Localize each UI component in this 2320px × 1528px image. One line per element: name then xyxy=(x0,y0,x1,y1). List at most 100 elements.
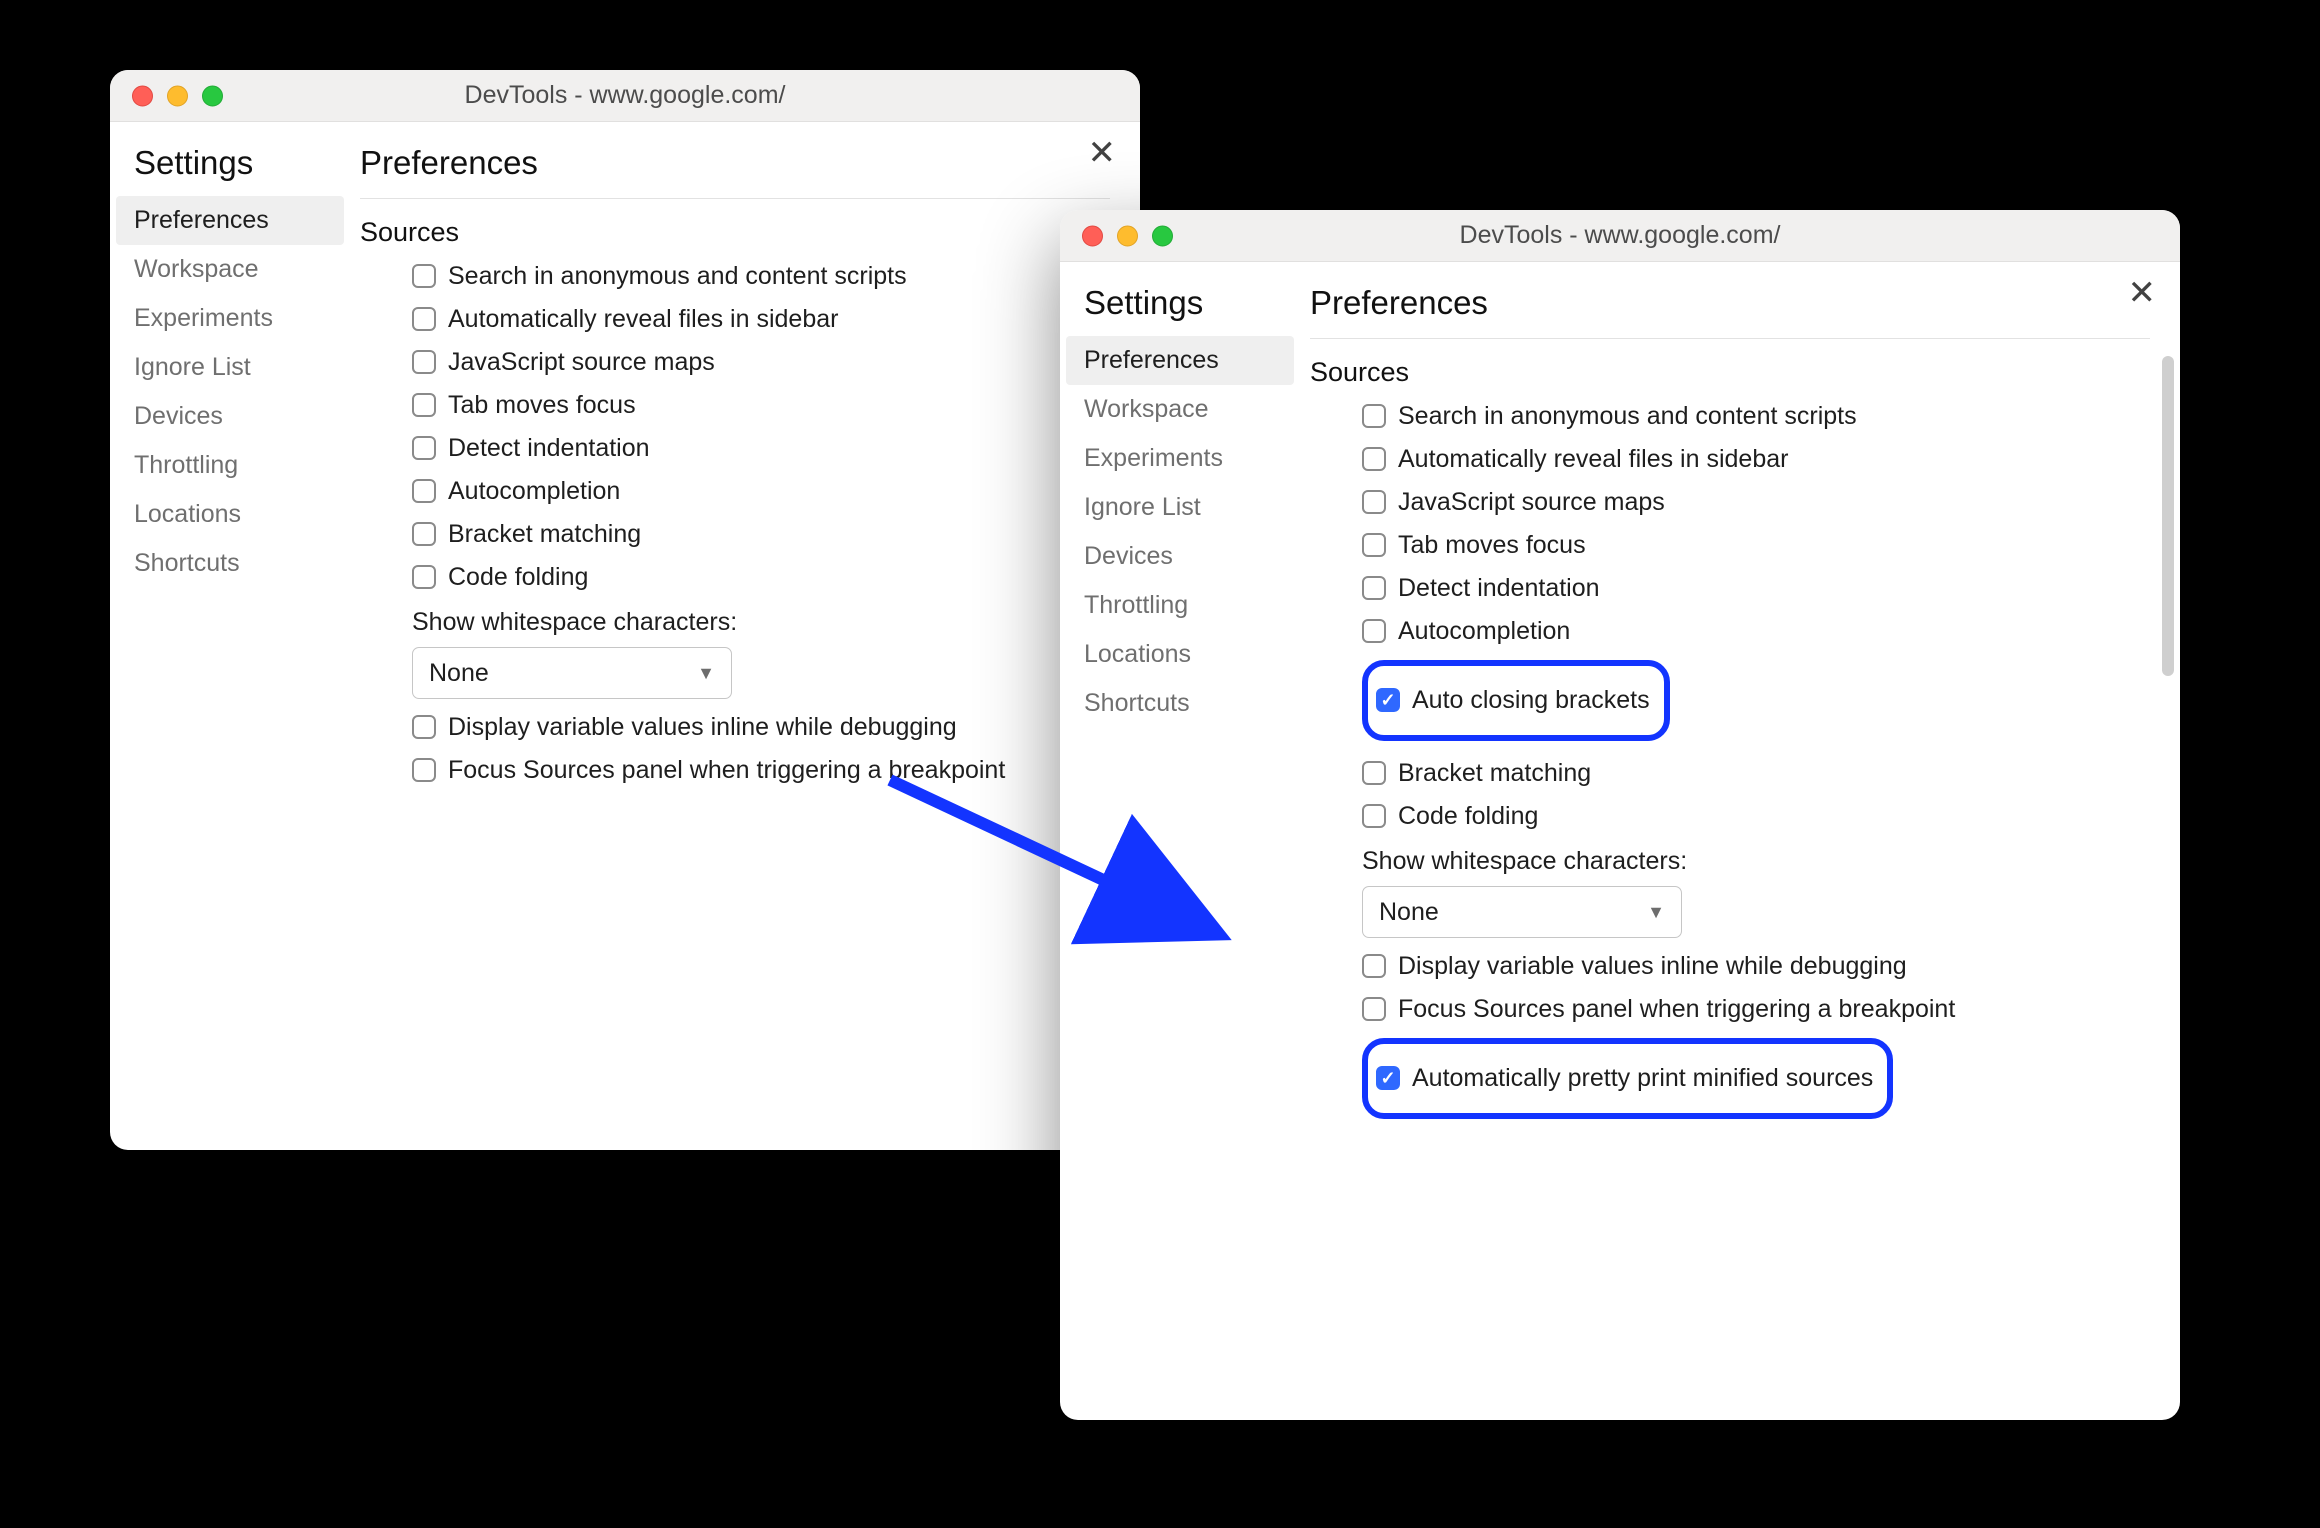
option-row: Tab moves focus xyxy=(1362,531,2150,560)
sidebar-nav: PreferencesWorkspaceExperimentsIgnore Li… xyxy=(110,196,350,588)
option-label: Focus Sources panel when triggering a br… xyxy=(448,756,1005,785)
whitespace-label: Show whitespace characters: xyxy=(1362,847,2150,876)
sidebar-item-ignore-list[interactable]: Ignore List xyxy=(1060,483,1300,532)
sidebar-item-preferences[interactable]: Preferences xyxy=(116,196,344,245)
option-label: Auto closing brackets xyxy=(1412,686,1650,715)
checkbox[interactable] xyxy=(412,436,436,460)
sidebar-item-locations[interactable]: Locations xyxy=(1060,630,1300,679)
sidebar-item-ignore-list[interactable]: Ignore List xyxy=(110,343,350,392)
option-label: Autocompletion xyxy=(1398,617,1570,646)
section-heading-sources: Sources xyxy=(1310,357,2150,388)
option-row: Code folding xyxy=(1362,802,2150,831)
checkbox[interactable] xyxy=(412,715,436,739)
option-label: JavaScript source maps xyxy=(1398,488,1665,517)
option-row: JavaScript source maps xyxy=(412,348,1110,377)
checkbox[interactable] xyxy=(1376,688,1400,712)
sidebar-item-throttling[interactable]: Throttling xyxy=(1060,581,1300,630)
sidebar-item-devices[interactable]: Devices xyxy=(1060,532,1300,581)
checkbox[interactable] xyxy=(412,350,436,374)
option-row: Display variable values inline while deb… xyxy=(1362,952,2150,981)
minimize-window-icon[interactable] xyxy=(1117,225,1138,246)
option-label: Tab moves focus xyxy=(1398,531,1586,560)
chevron-down-icon: ▼ xyxy=(697,663,715,684)
devtools-window-left: DevTools - www.google.com/ ✕ Settings Pr… xyxy=(110,70,1140,1150)
checkbox[interactable] xyxy=(1362,761,1386,785)
checkbox[interactable] xyxy=(1362,954,1386,978)
option-label: JavaScript source maps xyxy=(448,348,715,377)
option-label: Display variable values inline while deb… xyxy=(448,713,957,742)
zoom-window-icon[interactable] xyxy=(1152,225,1173,246)
sidebar-item-workspace[interactable]: Workspace xyxy=(110,245,350,294)
checkbox[interactable] xyxy=(412,758,436,782)
whitespace-select[interactable]: None ▼ xyxy=(1362,886,1682,938)
options-list: Search in anonymous and content scripts A… xyxy=(1310,402,2150,831)
option-label: Bracket matching xyxy=(1398,759,1591,788)
zoom-window-icon[interactable] xyxy=(202,85,223,106)
checkbox[interactable] xyxy=(412,479,436,503)
sidebar-item-experiments[interactable]: Experiments xyxy=(110,294,350,343)
option-row: Autocompletion xyxy=(412,477,1110,506)
checkbox[interactable] xyxy=(1362,997,1386,1021)
sidebar-item-shortcuts[interactable]: Shortcuts xyxy=(110,539,350,588)
option-row: Bracket matching xyxy=(412,520,1110,549)
options-list: Search in anonymous and content scripts A… xyxy=(360,262,1110,592)
checkbox[interactable] xyxy=(412,264,436,288)
option-row: Focus Sources panel when triggering a br… xyxy=(1362,995,2150,1024)
checkbox[interactable] xyxy=(1362,533,1386,557)
option-label: Automatically reveal files in sidebar xyxy=(448,305,838,334)
whitespace-value: None xyxy=(429,659,489,688)
settings-main: Preferences Sources Search in anonymous … xyxy=(350,122,1140,1150)
checkbox[interactable] xyxy=(1362,447,1386,471)
close-window-icon[interactable] xyxy=(132,85,153,106)
option-label: Automatically reveal files in sidebar xyxy=(1398,445,1788,474)
sidebar-item-shortcuts[interactable]: Shortcuts xyxy=(1060,679,1300,728)
option-row: Autocompletion xyxy=(1362,617,2150,646)
option-label: Bracket matching xyxy=(448,520,641,549)
sidebar-item-devices[interactable]: Devices xyxy=(110,392,350,441)
highlighted-option: Automatically pretty print minified sour… xyxy=(1362,1038,1893,1119)
sidebar-item-locations[interactable]: Locations xyxy=(110,490,350,539)
option-label: Code folding xyxy=(1398,802,1538,831)
sidebar-nav: PreferencesWorkspaceExperimentsIgnore Li… xyxy=(1060,336,1300,728)
checkbox[interactable] xyxy=(412,307,436,331)
option-row: Code folding xyxy=(412,563,1110,592)
option-row: Display variable values inline while deb… xyxy=(412,713,1110,742)
option-label: Automatically pretty print minified sour… xyxy=(1412,1064,1873,1093)
option-label: Search in anonymous and content scripts xyxy=(448,262,907,291)
whitespace-select[interactable]: None ▼ xyxy=(412,647,732,699)
option-row: Automatically reveal files in sidebar xyxy=(412,305,1110,334)
option-row: Focus Sources panel when triggering a br… xyxy=(412,756,1110,785)
option-label: Tab moves focus xyxy=(448,391,636,420)
settings-main: Preferences Sources Search in anonymous … xyxy=(1300,262,2180,1420)
page-title: Preferences xyxy=(360,144,1110,199)
checkbox[interactable] xyxy=(1376,1066,1400,1090)
section-heading-sources: Sources xyxy=(360,217,1110,248)
option-label: Code folding xyxy=(448,563,588,592)
options-list-b: Display variable values inline while deb… xyxy=(1310,952,2150,1123)
checkbox[interactable] xyxy=(1362,804,1386,828)
checkbox[interactable] xyxy=(1362,576,1386,600)
minimize-window-icon[interactable] xyxy=(167,85,188,106)
option-label: Search in anonymous and content scripts xyxy=(1398,402,1857,431)
sidebar-item-throttling[interactable]: Throttling xyxy=(110,441,350,490)
checkbox[interactable] xyxy=(1362,619,1386,643)
whitespace-value: None xyxy=(1379,898,1439,927)
option-row: Bracket matching xyxy=(1362,759,2150,788)
checkbox[interactable] xyxy=(412,522,436,546)
option-label: Detect indentation xyxy=(448,434,650,463)
sidebar-item-preferences[interactable]: Preferences xyxy=(1066,336,1294,385)
close-window-icon[interactable] xyxy=(1082,225,1103,246)
checkbox[interactable] xyxy=(1362,404,1386,428)
checkbox[interactable] xyxy=(1362,490,1386,514)
whitespace-label: Show whitespace characters: xyxy=(412,608,1110,637)
checkbox[interactable] xyxy=(412,565,436,589)
option-row: Search in anonymous and content scripts xyxy=(1362,402,2150,431)
checkbox[interactable] xyxy=(412,393,436,417)
settings-heading: Settings xyxy=(1060,284,1300,336)
sidebar-item-experiments[interactable]: Experiments xyxy=(1060,434,1300,483)
sidebar-item-workspace[interactable]: Workspace xyxy=(1060,385,1300,434)
option-row: Auto closing brackets xyxy=(1376,686,1650,715)
devtools-window-right: DevTools - www.google.com/ ✕ Settings Pr… xyxy=(1060,210,2180,1420)
traffic-lights xyxy=(132,85,223,106)
options-list-b: Display variable values inline while deb… xyxy=(360,713,1110,785)
